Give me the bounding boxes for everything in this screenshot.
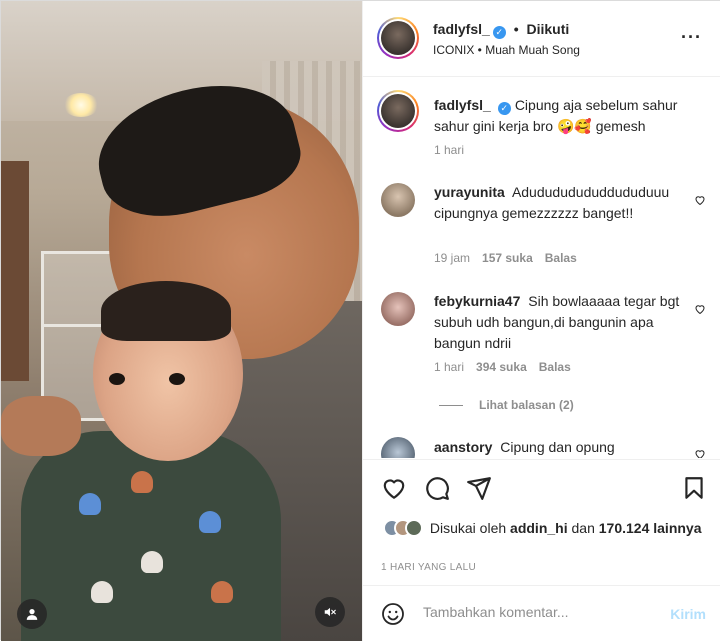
share-icon[interactable] [466, 475, 492, 501]
comment-username[interactable]: aanstory [434, 439, 492, 455]
comment-text-block: yurayunita Adudududududdududuuu cipungny… [434, 182, 684, 224]
mute-button[interactable] [315, 597, 345, 627]
video-baby-eye [109, 373, 125, 385]
shirt-pattern [131, 471, 153, 493]
divider-line [439, 405, 463, 407]
comment-likes[interactable]: 157 suka [482, 251, 533, 265]
comment-heart-icon[interactable] [694, 194, 706, 206]
comment-heart-icon[interactable] [694, 303, 706, 315]
caption-meta: 1 hari [434, 143, 476, 157]
comment-time[interactable]: 1 hari [434, 360, 464, 374]
author-line: fadlyfsl_ ✓ • Diikuti [433, 21, 569, 39]
video-hand [1, 396, 81, 456]
comment-text-block: aanstory Cipung dan opung [434, 437, 684, 458]
shirt-pattern [91, 581, 113, 603]
post-header: fadlyfsl_ ✓ • Diikuti ICONIX • Muah Muah … [363, 1, 720, 77]
follow-status[interactable]: Diikuti [527, 21, 570, 37]
reply-button[interactable]: Balas [545, 251, 577, 265]
more-options-icon[interactable]: ··· [681, 27, 702, 48]
comment-composer: Kirim [363, 585, 720, 641]
comment-text-block: febykurnia47 Sih bowlaaaaa tegar bgt sub… [434, 291, 684, 354]
send-button[interactable]: Kirim [670, 606, 706, 622]
likes-summary: Disukai oleh addin_hi dan 170.124 lainny… [383, 518, 703, 538]
bookmark-icon[interactable] [681, 475, 707, 501]
comment-meta: 19 jam 157 suka Balas [434, 251, 589, 265]
likes-count[interactable]: 170.124 [599, 520, 650, 536]
likes-suffix[interactable]: lainnya [653, 520, 701, 536]
comment-username[interactable]: febykurnia47 [434, 293, 520, 309]
shirt-pattern [141, 551, 163, 573]
caption-avatar[interactable] [377, 90, 419, 132]
comment-time[interactable]: 19 jam [434, 251, 470, 265]
comment-avatar[interactable] [381, 437, 415, 458]
comment-avatar[interactable] [381, 292, 415, 326]
likes-middle: dan [571, 520, 595, 536]
view-replies-label: Lihat balasan (2) [479, 398, 574, 412]
comment-text: Cipung dan opung [500, 439, 615, 455]
user-tag-icon [26, 609, 38, 620]
comment-input[interactable] [423, 604, 643, 620]
video-door [1, 161, 29, 381]
heart-icon[interactable] [381, 475, 407, 501]
user-tag-button[interactable] [17, 599, 47, 629]
comment-meta: 1 hari 394 suka Balas [434, 360, 583, 374]
verified-badge-icon: ✓ [497, 102, 511, 115]
author-avatar[interactable] [377, 17, 419, 59]
mute-icon [324, 607, 336, 617]
video-baby-hair [101, 281, 231, 341]
likes-user[interactable]: addin_hi [510, 520, 568, 536]
video-baby-body [21, 431, 281, 641]
comment-heart-icon[interactable] [694, 448, 706, 458]
verified-badge-icon: ✓ [492, 26, 506, 39]
shirt-pattern [79, 493, 101, 515]
shirt-pattern [211, 581, 233, 603]
post-time[interactable]: 1 HARI YANG LALU [381, 562, 476, 573]
comment-avatar[interactable] [381, 183, 415, 217]
video-baby-eye [169, 373, 185, 385]
author-username[interactable]: fadlyfsl_ [433, 21, 490, 37]
comment-username[interactable]: yurayunita [434, 184, 505, 200]
comments-list[interactable]: fadlyfsl_ ✓ Cipung aja sebelum sahur sahur… [363, 78, 720, 458]
caption-username[interactable]: fadlyfsl_ [434, 97, 491, 113]
liker-avatar [405, 519, 423, 537]
likes-prefix: Disukai oleh [429, 520, 507, 536]
header-separator: • [513, 21, 519, 37]
comment-likes[interactable]: 394 suka [476, 360, 527, 374]
caption-time[interactable]: 1 hari [434, 143, 464, 157]
music-info[interactable]: ICONIX • Muah Muah Song [433, 43, 580, 57]
emoji-icon[interactable] [381, 602, 405, 626]
reply-button[interactable]: Balas [539, 360, 571, 374]
post-dialog: fadlyfsl_ ✓ • Diikuti ICONIX • Muah Muah … [0, 0, 720, 641]
shirt-pattern [199, 511, 221, 533]
post-side-panel: fadlyfsl_ ✓ • Diikuti ICONIX • Muah Muah … [362, 1, 720, 641]
view-replies-button[interactable]: Lihat balasan (2) [439, 398, 574, 412]
post-actions: Disukai oleh addin_hi dan 170.124 lainny… [363, 459, 720, 589]
liker-avatars [383, 519, 423, 537]
video-lamp [63, 93, 99, 117]
caption-text-block: fadlyfsl_ ✓ Cipung aja sebelum sahur sahur… [434, 95, 684, 137]
post-video[interactable] [1, 1, 362, 641]
comment-icon[interactable] [424, 475, 450, 501]
